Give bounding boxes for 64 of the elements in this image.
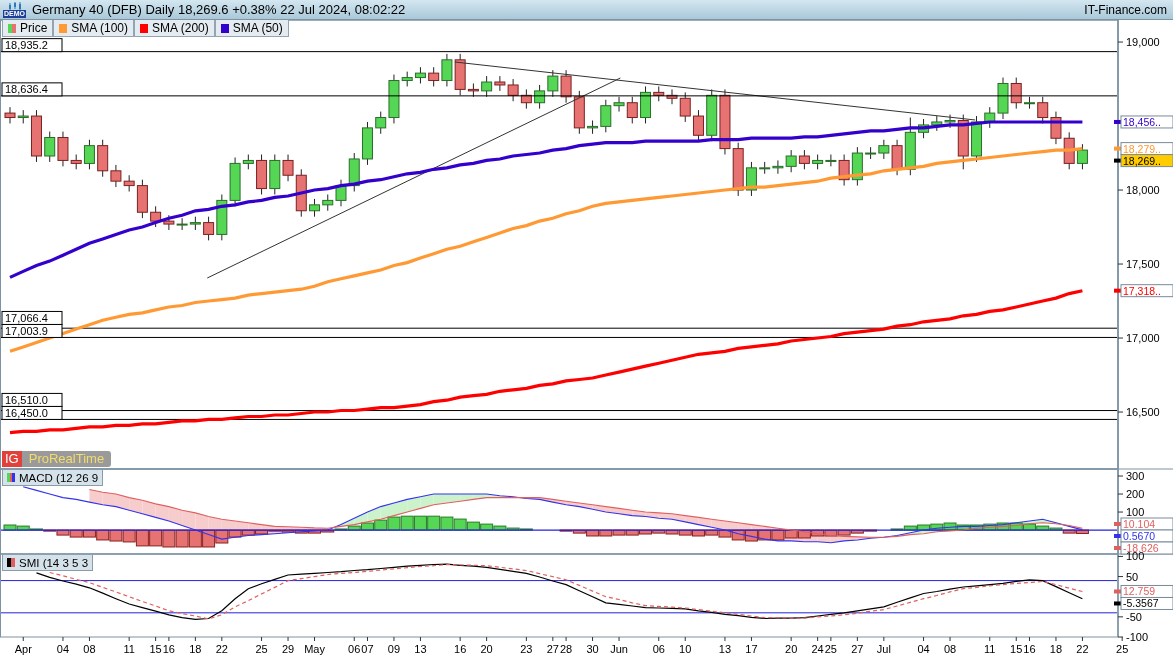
axis-label: 07	[361, 643, 374, 655]
axis-label: Jun	[610, 643, 628, 655]
axis-label: 30	[586, 643, 599, 655]
axis-label: 17,500	[1126, 258, 1160, 271]
axis-label: 13	[414, 643, 427, 655]
axis-label: 06	[652, 643, 665, 655]
axis-label: 25	[1116, 643, 1129, 655]
axis-label: 08	[943, 643, 957, 655]
axis-label: 29	[281, 643, 295, 655]
axis-label: 09	[387, 643, 401, 655]
price-level-label: 18,636.4	[1, 82, 63, 97]
legend-label: SMA (50)	[232, 21, 283, 35]
axis-label: 19,000	[1126, 36, 1160, 49]
price-level-label: 18,935.2	[1, 38, 63, 53]
axis-label: 20	[480, 643, 493, 655]
axis-label: 10	[679, 643, 692, 655]
axis-label: 18	[189, 643, 202, 655]
axis-label: 25	[255, 643, 268, 655]
axis-label: Apr	[14, 643, 32, 655]
axis-label: -50	[1126, 610, 1142, 623]
logo-mark: IG	[2, 451, 22, 467]
axis-label: 04	[56, 643, 70, 655]
axis-label: 11	[984, 643, 996, 655]
axis-label: 16	[454, 643, 467, 655]
chart-title: Germany 40 (DFB) Daily 18,269.6 +0.38% 22 Jul 2024, 08:02:22	[32, 2, 407, 17]
axis-label: 24	[811, 643, 824, 655]
axis-label: -100	[1126, 631, 1149, 643]
axis-label: 25	[824, 643, 837, 655]
price-level-label: 16,510.0	[1, 392, 63, 407]
price-level-label: 17,066.4	[1, 310, 63, 325]
site-name: IT-Finance.com	[1084, 2, 1167, 17]
axis-label: 100	[1126, 506, 1145, 519]
axis-label: 23	[520, 643, 533, 655]
axis-label: 22	[215, 643, 228, 655]
axis-label: May	[304, 643, 325, 655]
axis-label: 16	[162, 643, 175, 655]
axis-label: 28	[559, 643, 573, 655]
legend-label: Price	[20, 21, 48, 35]
axis-label: 06	[348, 643, 361, 655]
axis-label: Jul	[876, 643, 891, 655]
axis-label: 13	[718, 643, 732, 655]
axis-label: 16,500	[1126, 406, 1160, 418]
axis-label: 18,000	[1126, 184, 1160, 197]
axis-label: 11	[123, 643, 135, 655]
axis-label: 22	[1076, 643, 1089, 655]
axis-label: 200	[1126, 488, 1145, 501]
indicator-name: MACD (12 26 9	[19, 471, 99, 484]
axis-label: 27	[851, 643, 864, 655]
legend-label: SMA (100)	[71, 21, 129, 35]
axis-label: 17,000	[1126, 332, 1160, 345]
axis-label: 50	[1126, 570, 1139, 583]
axis-label: 16	[1023, 643, 1036, 655]
axis-label: 18	[1049, 643, 1063, 655]
axis-label: 08	[83, 643, 96, 655]
axis-label: 15	[149, 643, 162, 655]
axis-label: 04	[917, 643, 930, 655]
axis-label: 20	[785, 643, 798, 655]
axis-label: 17	[745, 643, 758, 655]
axis-label: 300	[1126, 470, 1145, 482]
logo-text: ProRealTime	[21, 451, 112, 467]
indicator-name: SMI (14 3 5 3	[19, 556, 89, 569]
axis-label: 15	[1010, 643, 1023, 655]
legend-label: SMA (200)	[152, 21, 209, 35]
axis-label: 27	[546, 643, 559, 655]
